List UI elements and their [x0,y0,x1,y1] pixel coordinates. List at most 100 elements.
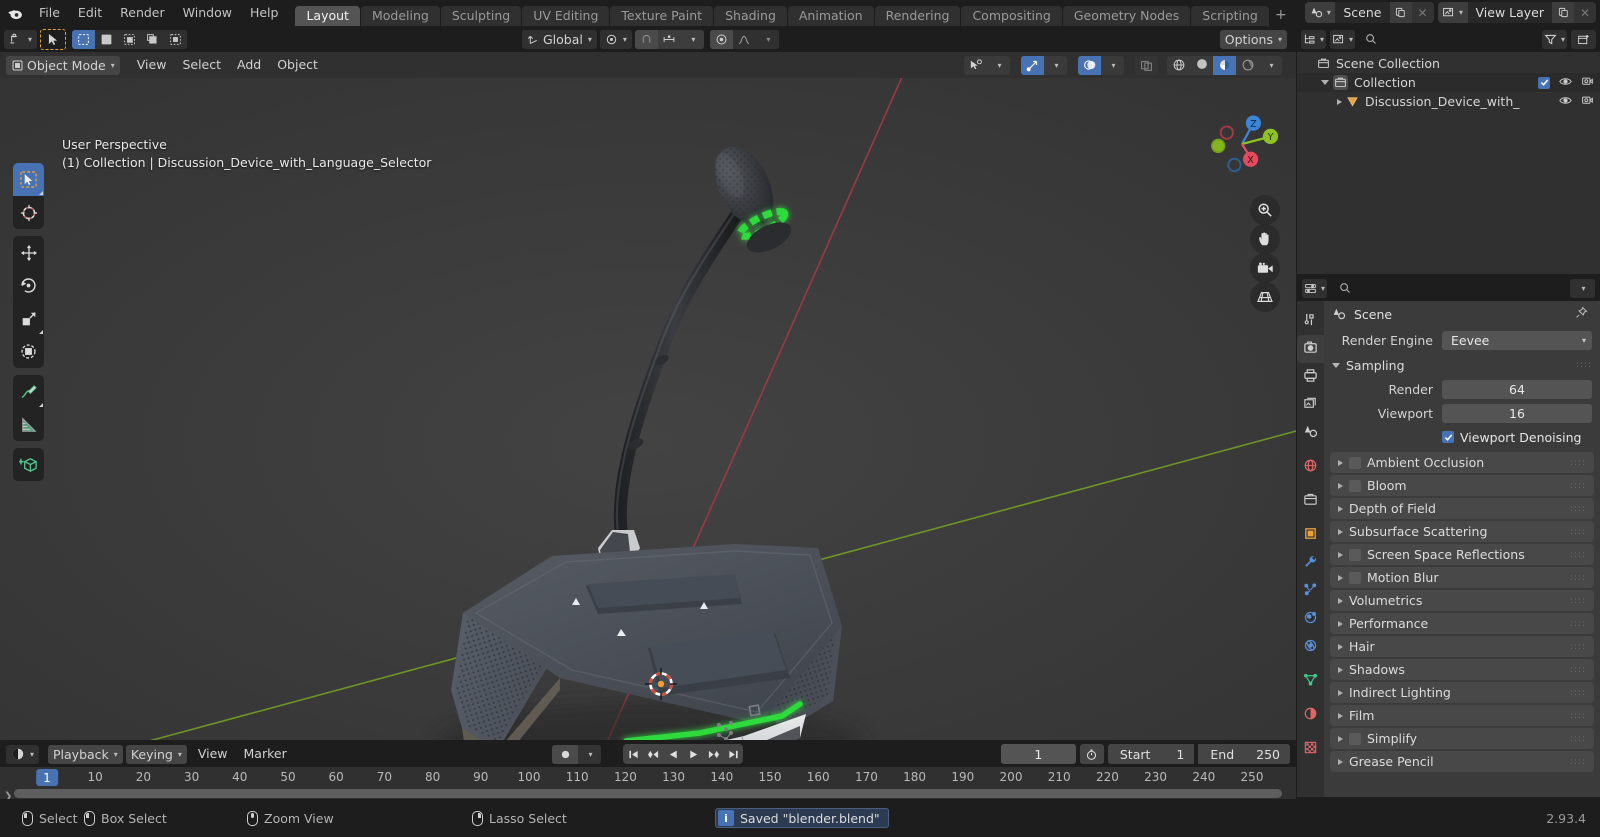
toggle-ortho-perspective-button[interactable] [1250,282,1280,312]
exp-triangle-icon[interactable] [1338,643,1343,650]
playback-transport-controls[interactable] [623,744,743,764]
new-collection-icon[interactable] [1571,29,1596,49]
properties-tab-material[interactable] [1297,701,1324,729]
workspace-tab-layout[interactable]: Layout [295,6,360,26]
select-subtract-icon[interactable] [118,29,142,49]
zoom-view-button[interactable] [1250,195,1280,225]
snap-group[interactable]: ▾ [634,29,704,49]
panel-enable-checkbox[interactable] [1349,479,1361,492]
expand-triangle-icon[interactable] [1321,80,1329,85]
exp-triangle-icon[interactable] [1338,735,1343,742]
workspace-tab-animation[interactable]: Animation [787,6,874,26]
timeline-ruler[interactable]: 10 20 30 40 50 60 70 80 90 100 110 120 130 140 150 160 1… [0,767,1296,789]
play-icon[interactable] [683,744,703,764]
workspace-tab-modeling[interactable]: Modeling [360,6,440,26]
move-tool[interactable] [13,236,44,269]
blender-logo-icon[interactable] [0,0,30,26]
panel-header-subsurface-scattering[interactable]: Subsurface Scattering:::: [1330,521,1594,542]
shading-modes-group[interactable]: ▾ [1167,55,1282,75]
falloff-caret-icon[interactable]: ▾ [755,29,779,49]
snap-to-icon[interactable] [657,29,681,49]
properties-tab-render[interactable] [1297,335,1324,363]
viewport-menu-add[interactable]: Add [229,55,269,75]
properties-tab-particles[interactable] [1297,577,1324,605]
disable-in-renders-icon[interactable] [1581,75,1594,90]
transform-tool[interactable] [13,335,44,368]
gizmo-caret-icon[interactable]: ▾ [1044,55,1067,75]
navigation-gizmo[interactable]: Z Y X [1204,106,1280,182]
pivot-point-dropdown[interactable]: ▾ [599,29,632,49]
play-reverse-icon[interactable] [663,744,683,764]
exp-triangle-icon[interactable] [1338,666,1343,673]
exp-triangle-icon[interactable] [1338,712,1343,719]
workspace-tab-shading[interactable]: Shading [714,6,787,26]
editor-type-timeline-icon[interactable]: ▾ [6,744,40,764]
panel-enable-checkbox[interactable] [1349,548,1361,561]
unlink-view-layer-button[interactable]: ✕ [1574,2,1596,23]
workspace-tab-rendering[interactable]: Rendering [874,6,961,26]
hide-in-viewport-icon[interactable] [1559,75,1572,90]
workspace-tab-compositing[interactable]: Compositing [961,6,1062,26]
overlays-icon[interactable] [1078,55,1101,75]
scale-tool[interactable] [13,302,44,335]
outliner-row[interactable]: Collection [1297,73,1600,92]
panel-header-film[interactable]: Film:::: [1330,705,1594,726]
workspace-tab-scripting[interactable]: Scripting [1191,6,1269,26]
exp-triangle-icon[interactable] [1338,574,1343,581]
viewport-options-dropdown[interactable]: Options ▾ [1219,29,1287,49]
timeline-menu-marker[interactable]: Marker [236,744,295,764]
properties-tab-constraints[interactable] [1297,633,1324,661]
sampling-render-field[interactable]: 64 [1442,379,1592,399]
panel-header-hair[interactable]: Hair:::: [1330,636,1594,657]
render-engine-dropdown[interactable]: Eevee ▾ [1442,330,1592,350]
select-extend-icon[interactable] [95,29,119,49]
outliner-row[interactable]: Discussion_Device_with_ [1297,92,1600,111]
exp-triangle-icon[interactable] [1338,505,1343,512]
view-layer-name[interactable]: View Layer [1467,2,1552,23]
shading-wireframe-icon[interactable] [1167,55,1190,75]
exp-triangle-icon[interactable] [1338,482,1343,489]
xray-group[interactable] [1135,55,1158,75]
falloff-smooth-icon[interactable] [732,29,756,49]
record-dot-icon[interactable] [552,744,578,764]
scene-name[interactable]: Scene [1335,2,1390,23]
panel-header-bloom[interactable]: Bloom:::: [1330,475,1594,496]
outliner-display-mode-dropdown[interactable]: ▾ [1330,29,1355,49]
overlays-group[interactable]: ▾ [1078,55,1124,75]
properties-tab-physics[interactable] [1297,605,1324,633]
select-invert-icon[interactable] [141,29,165,49]
exp-triangle-icon[interactable] [1338,528,1343,535]
add-workspace-button[interactable]: + [1270,6,1292,26]
panel-header-indirect-lighting[interactable]: Indirect Lighting:::: [1330,682,1594,703]
timeline-scrollbar[interactable] [14,789,1282,798]
snap-caret-icon[interactable]: ▾ [680,29,704,49]
jump-to-next-keyframe-icon[interactable] [703,744,723,764]
object-types-caret-icon[interactable]: ▾ [987,55,1010,75]
exp-triangle-icon[interactable] [1338,597,1343,604]
editor-type-3dview-icon[interactable]: ▾ [4,29,38,49]
shading-caret-icon[interactable]: ▾ [1259,55,1282,75]
properties-tab-collection[interactable] [1297,487,1324,515]
panel-header-motion-blur[interactable]: Motion Blur:::: [1330,567,1594,588]
editor-type-outliner-icon[interactable]: ▾ [1301,29,1326,49]
properties-tab-output[interactable] [1297,363,1324,391]
select-intersect-icon[interactable] [164,29,188,49]
panel-header-volumetrics[interactable]: Volumetrics:::: [1330,590,1594,611]
panel-header-simplify[interactable]: Simplify:::: [1330,728,1594,749]
viewport-menu-object[interactable]: Object [269,55,326,75]
unlink-scene-button[interactable]: ✕ [1411,2,1434,23]
jump-to-end-icon[interactable] [723,744,743,764]
jump-to-start-icon[interactable] [623,744,643,764]
auto-keying-group[interactable]: ▾ [552,744,601,764]
properties-options-dropdown[interactable]: ▾ [1570,278,1595,298]
camera-view-button[interactable] [1250,253,1280,283]
object-types-visibility-group[interactable]: ▾ [964,55,1010,75]
menu-file[interactable]: File [30,0,69,26]
viewport-scene[interactable]: User Perspective (1) Collection | Discus… [0,78,1296,740]
status-report[interactable]: i Saved "blender.blend" [715,808,889,828]
workspace-tab-texture-paint[interactable]: Texture Paint [610,6,714,26]
proportional-edit-icon[interactable] [709,29,733,49]
timeline-playhead[interactable]: 1 [36,769,58,786]
properties-tab-view-layer[interactable] [1297,391,1324,419]
view-layer-icon[interactable]: ▾ [1437,2,1468,23]
